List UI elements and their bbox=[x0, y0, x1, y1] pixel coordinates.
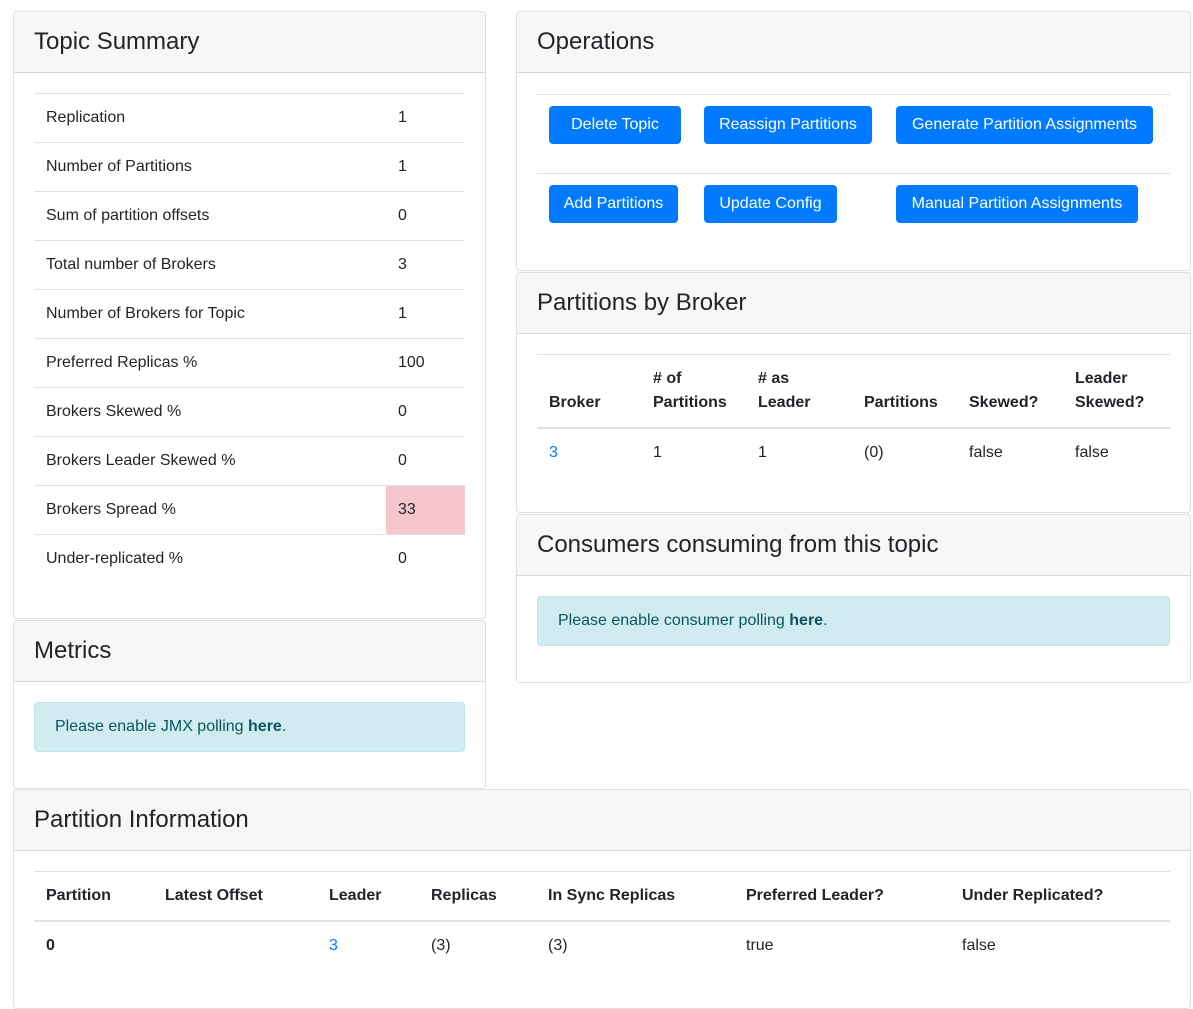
summary-label: Number of Brokers for Topic bbox=[34, 289, 386, 339]
alert-end: . bbox=[281, 718, 287, 735]
cell-under-replicated: false bbox=[962, 937, 996, 954]
jmx-polling-alert: Please enable JMX polling here. bbox=[34, 702, 465, 752]
cell-preferred-leader: true bbox=[746, 937, 774, 954]
metrics-header: Metrics bbox=[14, 621, 485, 682]
partitions-by-broker-card: Partitions by Broker Broker # of Partitio… bbox=[516, 272, 1191, 513]
table-header-row: Broker # of Partitions # as Leader Partiti… bbox=[537, 354, 1170, 429]
summary-label: Under-replicated % bbox=[34, 534, 386, 584]
summary-label: Total number of Brokers bbox=[34, 240, 386, 290]
enable-consumer-polling-link[interactable]: here bbox=[789, 612, 823, 630]
col-under-replicated: Under Replicated? bbox=[950, 871, 1170, 922]
reassign-partitions-button[interactable]: Reassign Partitions bbox=[704, 106, 872, 144]
summary-value: 3 bbox=[386, 240, 465, 290]
summary-label: Brokers Leader Skewed % bbox=[34, 436, 386, 486]
cell-partitions: (0) bbox=[864, 444, 884, 461]
col-leader-skewed: Leader Skewed? bbox=[1063, 354, 1170, 429]
summary-row: Number of Partitions 1 bbox=[34, 142, 465, 192]
summary-row: Under-replicated % 0 bbox=[34, 534, 465, 584]
manual-partition-assignments-button[interactable]: Manual Partition Assignments bbox=[896, 185, 1138, 223]
col-partitions: Partitions bbox=[852, 354, 957, 429]
summary-value: 0 bbox=[386, 191, 465, 241]
cell-num-partitions: 1 bbox=[653, 444, 662, 461]
summary-value: 0 bbox=[386, 436, 465, 486]
operations-card: Operations Delete Topic Reassign Partiti… bbox=[516, 11, 1191, 271]
cell-as-leader: 1 bbox=[758, 444, 767, 461]
topic-summary-header: Topic Summary bbox=[14, 12, 485, 73]
cell-partition: 0 bbox=[46, 937, 55, 954]
col-preferred-leader: Preferred Leader? bbox=[734, 871, 950, 922]
summary-row: Preferred Replicas % 100 bbox=[34, 338, 465, 388]
alert-end: . bbox=[823, 612, 828, 629]
col-num-partitions: # of Partitions bbox=[641, 354, 746, 429]
operations-header: Operations bbox=[517, 12, 1190, 73]
cell-leader-skewed: false bbox=[1075, 444, 1109, 461]
partition-information-header: Partition Information bbox=[14, 790, 1190, 851]
enable-jmx-link[interactable]: here bbox=[248, 718, 282, 736]
col-broker: Broker bbox=[537, 354, 641, 429]
table-row: 0 3 (3) (3) true false bbox=[34, 921, 1170, 970]
topic-summary-card: Topic Summary Replication 1 Number of Par… bbox=[13, 11, 486, 619]
summary-label: Replication bbox=[34, 93, 386, 143]
col-as-leader: # as Leader bbox=[746, 354, 852, 429]
summary-value: 0 bbox=[386, 534, 465, 584]
summary-label: Sum of partition offsets bbox=[34, 191, 386, 241]
cell-skewed: false bbox=[969, 444, 1003, 461]
col-skewed: Skewed? bbox=[957, 354, 1063, 429]
summary-label: Number of Partitions bbox=[34, 142, 386, 192]
col-replicas: Replicas bbox=[419, 871, 536, 922]
partition-information-card: Partition Information Partition Latest O… bbox=[13, 789, 1191, 1009]
summary-row: Number of Brokers for Topic 1 bbox=[34, 289, 465, 339]
broker-link[interactable]: 3 bbox=[549, 444, 558, 461]
col-partition: Partition bbox=[34, 871, 153, 922]
delete-topic-button[interactable]: Delete Topic bbox=[549, 106, 681, 144]
summary-value: 1 bbox=[386, 93, 465, 143]
cell-in-sync-replicas: (3) bbox=[548, 937, 568, 954]
summary-row: Sum of partition offsets 0 bbox=[34, 191, 465, 241]
summary-value: 0 bbox=[386, 387, 465, 437]
table-row: 3 1 1 (0) false false bbox=[537, 428, 1170, 477]
summary-row: Brokers Skewed % 0 bbox=[34, 387, 465, 437]
col-leader: Leader bbox=[317, 871, 419, 922]
divider bbox=[537, 94, 1170, 95]
summary-row: Replication 1 bbox=[34, 93, 465, 143]
partitions-by-broker-table: Broker # of Partitions # as Leader Partiti… bbox=[537, 354, 1170, 477]
summary-label: Preferred Replicas % bbox=[34, 338, 386, 388]
topic-summary-table: Replication 1 Number of Partitions 1 Sum o… bbox=[34, 93, 465, 584]
summary-value: 100 bbox=[386, 338, 465, 388]
alert-text: Please enable consumer polling bbox=[558, 612, 785, 629]
summary-label: Brokers Spread % bbox=[34, 485, 386, 535]
summary-row: Brokers Leader Skewed % 0 bbox=[34, 436, 465, 486]
update-config-button[interactable]: Update Config bbox=[704, 185, 837, 223]
summary-value-warning: 33 bbox=[386, 485, 465, 535]
summary-label: Brokers Skewed % bbox=[34, 387, 386, 437]
partition-information-table: Partition Latest Offset Leader Replicas … bbox=[34, 871, 1170, 970]
col-in-sync-replicas: In Sync Replicas bbox=[536, 871, 734, 922]
generate-partition-assignments-button[interactable]: Generate Partition Assignments bbox=[896, 106, 1153, 144]
summary-value: 1 bbox=[386, 289, 465, 339]
table-header-row: Partition Latest Offset Leader Replicas … bbox=[34, 871, 1170, 922]
consumers-header: Consumers consuming from this topic bbox=[517, 515, 1190, 576]
metrics-card: Metrics Please enable JMX polling here. bbox=[13, 620, 486, 789]
consumers-card: Consumers consuming from this topic Plea… bbox=[516, 514, 1191, 683]
divider bbox=[537, 173, 1170, 174]
summary-row: Total number of Brokers 3 bbox=[34, 240, 465, 290]
summary-value: 1 bbox=[386, 142, 465, 192]
alert-text: Please enable JMX polling bbox=[55, 718, 244, 735]
cell-replicas: (3) bbox=[431, 937, 451, 954]
summary-row: Brokers Spread % 33 bbox=[34, 485, 465, 535]
leader-broker-link[interactable]: 3 bbox=[329, 937, 338, 954]
cell-latest-offset bbox=[153, 921, 317, 970]
consumer-polling-alert: Please enable consumer polling here. bbox=[537, 596, 1170, 646]
add-partitions-button[interactable]: Add Partitions bbox=[549, 185, 678, 223]
partitions-by-broker-header: Partitions by Broker bbox=[517, 273, 1190, 334]
col-latest-offset: Latest Offset bbox=[153, 871, 317, 922]
